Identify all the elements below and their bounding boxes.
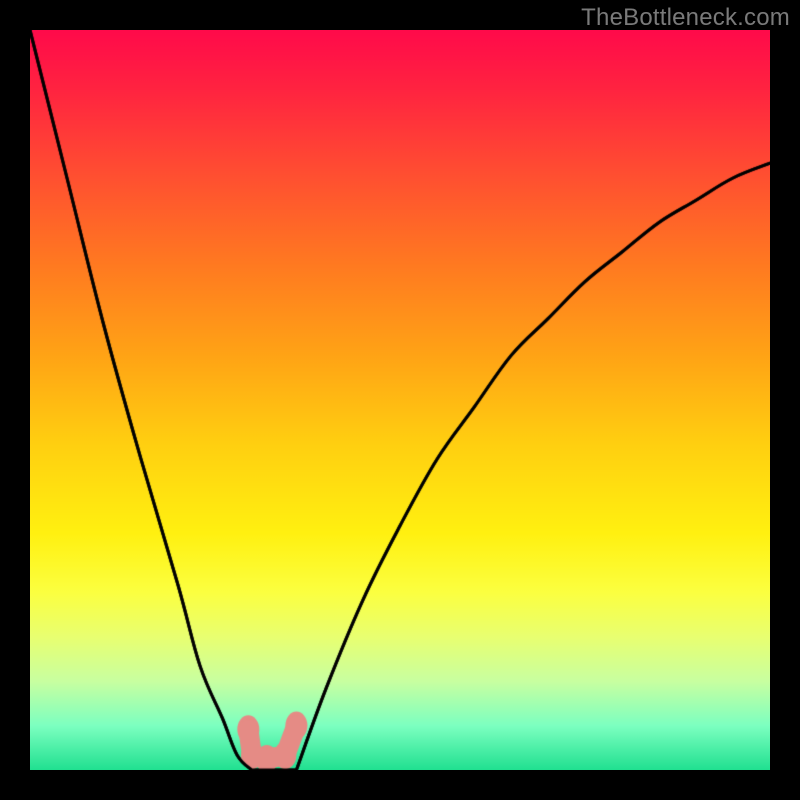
- watermark-text: TheBottleneck.com: [581, 4, 790, 32]
- plot-area: [30, 30, 770, 770]
- chart-frame: TheBottleneck.com: [0, 0, 800, 800]
- curve-canvas: [30, 30, 770, 770]
